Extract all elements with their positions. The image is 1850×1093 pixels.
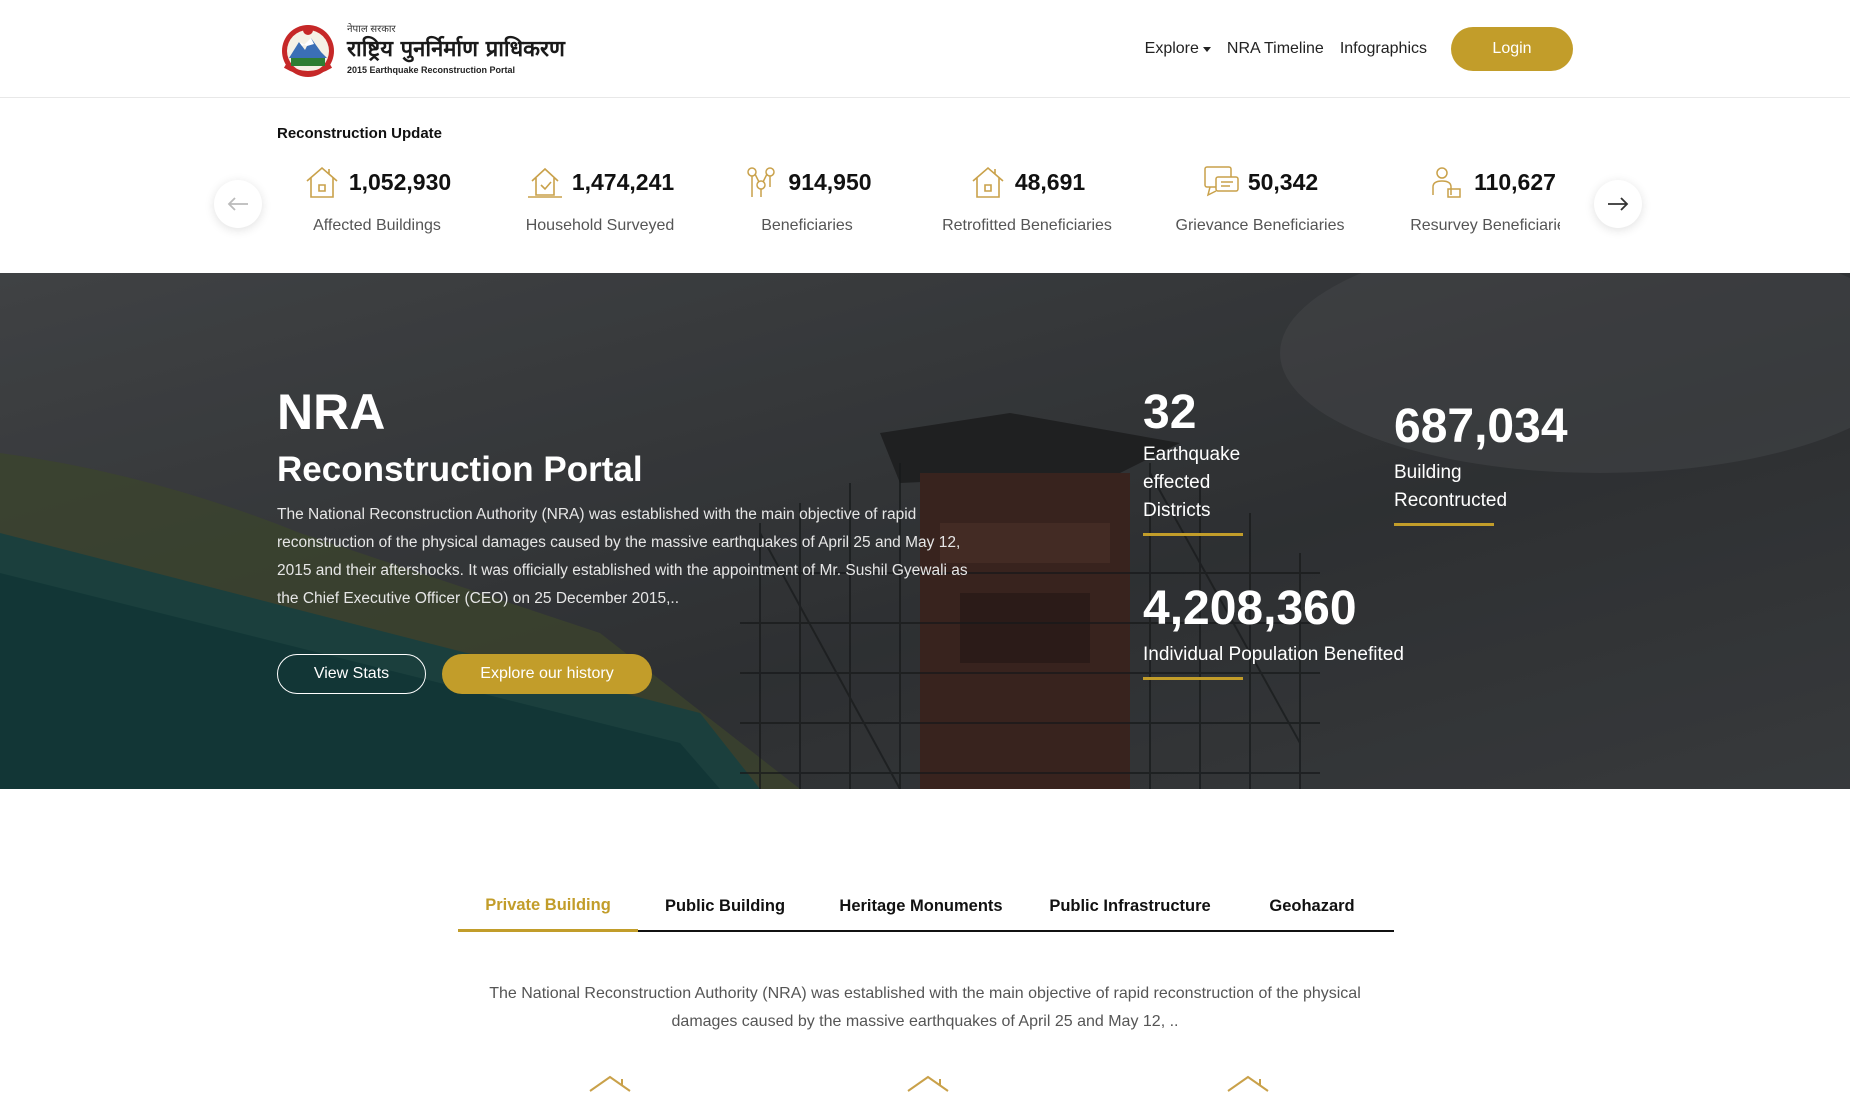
nav-nra-timeline[interactable]: NRA Timeline: [1227, 40, 1324, 58]
stat-value: 50,342: [1247, 168, 1319, 195]
stat-label: Household Surveyed: [525, 217, 675, 234]
tab-geohazard[interactable]: Geohazard: [1230, 883, 1394, 930]
reconstruction-update-section: Reconstruction Update 1,052,930 Affected…: [0, 99, 1850, 273]
stat-value: 48,691: [1014, 168, 1086, 195]
stats-carousel: 1,052,930 Affected Buildings 1,474,241 H…: [277, 159, 1560, 269]
tab-public-infrastructure[interactable]: Public Infrastructure: [1030, 883, 1230, 930]
house-icon: [907, 1075, 949, 1092]
explore-history-button[interactable]: Explore our history: [442, 654, 652, 694]
resurvey-person-icon: [1432, 167, 1461, 198]
hero-stat-label-line: effected: [1143, 472, 1211, 493]
site-logo[interactable]: नेपाल सरकार राष्ट्रिय पुनर्निर्माण प्राध…: [277, 22, 565, 78]
site-header: नेपाल सरकार राष्ट्रिय पुनर्निर्माण प्राध…: [0, 0, 1850, 98]
logo-subtitle: 2015 Earthquake Reconstruction Portal: [347, 65, 516, 75]
nav-explore-label: Explore: [1144, 40, 1199, 57]
nav-infographics[interactable]: Infographics: [1340, 40, 1427, 58]
house-icon: [1227, 1075, 1269, 1092]
stat-value: 1,052,930: [348, 168, 452, 195]
house-icon: [972, 166, 1004, 198]
arrow-left-icon: [227, 197, 248, 211]
hero-stat-label-line: Building: [1394, 462, 1462, 483]
carousel-prev-button[interactable]: [214, 180, 262, 228]
hero-stat-label-line: Recontructed: [1394, 490, 1508, 511]
house-icon: [306, 166, 338, 198]
login-button[interactable]: Login: [1451, 27, 1573, 71]
stat-label: Retrofitted Beneficiaries: [942, 217, 1112, 234]
house-icon: [589, 1075, 631, 1092]
stat-card: 914,950 Beneficiaries: [717, 159, 897, 269]
stat-card: 1,052,930 Affected Buildings: [277, 159, 477, 269]
hero-subtitle: Reconstruction Portal: [277, 450, 643, 489]
accent-underline: [1143, 533, 1243, 536]
stat-card: 110,627 Resurvey Beneficiaries: [1392, 159, 1560, 269]
hero-stat-label-line: Districts: [1143, 500, 1211, 521]
nepal-emblem-icon: [282, 25, 334, 77]
stat-card: 50,342 Grievance Beneficiaries: [1160, 159, 1360, 269]
tab-description: The National Reconstruction Authority (N…: [489, 985, 1361, 1030]
accent-underline: [1394, 523, 1494, 526]
hero-stat-population: 4,208,360 Individual Population Benefite…: [1143, 581, 1404, 680]
hero-description: The National Reconstruction Authority (N…: [277, 506, 968, 607]
tab-private-building[interactable]: Private Building: [458, 883, 638, 932]
hero-title: NRA: [277, 384, 386, 440]
people-network-icon: [747, 167, 776, 197]
view-stats-button[interactable]: View Stats: [277, 654, 426, 694]
stat-label: Beneficiaries: [761, 217, 853, 234]
hero-stat-districts: 32 Earthquake effected Districts: [1143, 385, 1243, 536]
tab-public-building[interactable]: Public Building: [638, 883, 812, 930]
stat-label: Resurvey Beneficiaries: [1410, 217, 1560, 234]
hero-stat-label-line: Earthquake: [1143, 444, 1241, 465]
main-nav: Explore NRA Timeline Infographics Login: [1129, 27, 1573, 71]
hero-stat-value: 4,208,360: [1143, 582, 1357, 635]
survey-house-icon: [527, 167, 562, 198]
stat-label: Affected Buildings: [313, 217, 441, 234]
hero-section: NRA Reconstruction Portal The National R…: [0, 273, 1850, 789]
stat-value: 914,950: [788, 168, 872, 195]
stat-label: Grievance Beneficiaries: [1175, 217, 1345, 234]
stat-value: 1,474,241: [571, 168, 675, 195]
nav-explore[interactable]: Explore: [1145, 40, 1211, 58]
stat-card: 48,691 Retrofitted Beneficiaries: [927, 159, 1127, 269]
tab-heritage-monuments[interactable]: Heritage Monuments: [812, 883, 1030, 930]
stat-card: 1,474,241 Household Surveyed: [500, 159, 700, 269]
arrow-right-icon: [1608, 197, 1629, 211]
accent-underline: [1143, 677, 1243, 680]
carousel-next-button[interactable]: [1594, 180, 1642, 228]
logo-small-text: नेपाल सरकार: [347, 24, 396, 35]
chevron-down-icon: [1202, 46, 1211, 52]
hero-stat-label-line: Individual Population Benefited: [1143, 644, 1404, 665]
hero-stat-value: 687,034: [1394, 400, 1568, 453]
hero-stat-buildings: 687,034 Building Recontructed: [1394, 399, 1568, 526]
hero-stat-value: 32: [1143, 386, 1197, 439]
section-title: Reconstruction Update: [277, 125, 443, 142]
category-tabs: Private Building Public Building Heritag…: [458, 883, 1394, 932]
logo-title: राष्ट्रिय पुनर्निर्माण प्राधिकरण: [347, 37, 565, 62]
grievance-chat-icon: [1204, 166, 1239, 197]
stat-value: 110,627: [1474, 168, 1556, 195]
